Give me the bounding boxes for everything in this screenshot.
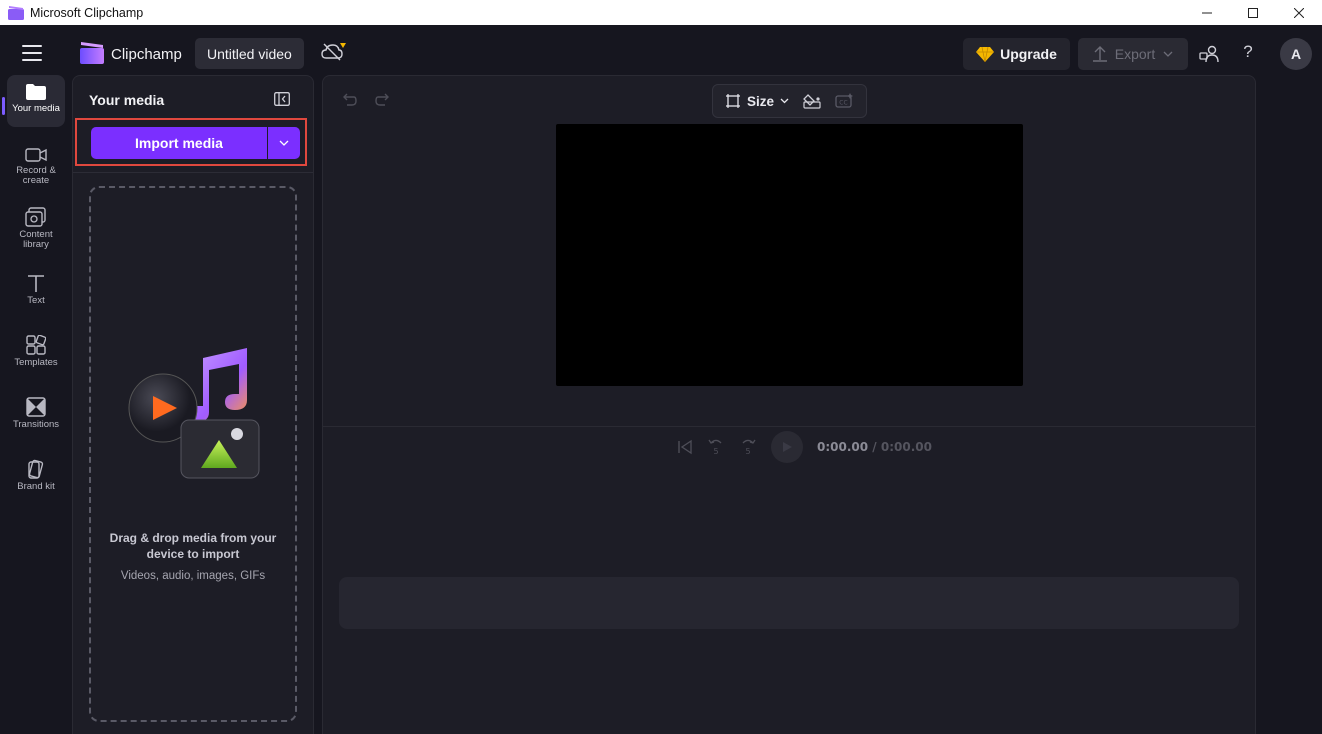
editor-area: Size CC 5 5 0:00.00 / 0:00.00	[322, 75, 1256, 734]
undo-icon[interactable]	[341, 92, 357, 108]
chevron-down-icon	[780, 98, 789, 104]
brand-kit-icon	[28, 459, 44, 479]
import-media-highlight: Import media	[75, 118, 307, 166]
video-title-field[interactable]: Untitled video	[195, 38, 304, 69]
import-options-dropdown[interactable]	[268, 127, 300, 159]
background-fill-icon[interactable]	[803, 93, 821, 109]
rewind-5-seconds-icon[interactable]: 5	[707, 438, 725, 456]
forward-seconds-label: 5	[745, 447, 750, 456]
total-time: 0:00.00	[880, 440, 932, 454]
window-title: Microsoft Clipchamp	[30, 5, 144, 20]
aspect-ratio-icon	[726, 94, 740, 108]
share-people-icon[interactable]	[1199, 44, 1219, 64]
media-illustration	[127, 338, 263, 484]
nav-label: Brand kit	[17, 481, 55, 492]
nav-text[interactable]: Text	[7, 273, 65, 306]
svg-text:CC: CC	[839, 100, 847, 107]
nav-templates[interactable]: Templates	[7, 335, 65, 368]
video-preview-canvas[interactable]	[556, 124, 1023, 386]
folder-icon	[26, 84, 46, 100]
nav-record-create[interactable]: Record & create	[7, 147, 65, 186]
cloud-sync-off-icon[interactable]	[321, 42, 347, 62]
clipchamp-app-icon	[8, 5, 24, 20]
size-dropdown[interactable]: Size	[725, 93, 789, 109]
upgrade-label: Upgrade	[1000, 46, 1057, 62]
redo-icon[interactable]	[375, 92, 391, 108]
clipchamp-logo-icon	[80, 42, 104, 64]
content-library-icon	[25, 207, 46, 227]
minimize-button[interactable]	[1184, 0, 1230, 25]
playback-time: 0:00.00 / 0:00.00	[817, 440, 932, 454]
preview-toolbar: Size CC	[712, 84, 867, 118]
nav-label: Content library	[19, 229, 53, 250]
nav-content-library[interactable]: Content library	[7, 207, 65, 250]
drop-zone-title: Drag & drop media from your device to im…	[109, 531, 277, 561]
nav-transitions[interactable]: Transitions	[7, 397, 65, 430]
chevron-down-icon	[279, 140, 289, 146]
active-indicator	[2, 97, 5, 115]
nav-label: Text	[27, 295, 45, 306]
current-time: 0:00.00	[817, 440, 869, 454]
help-icon[interactable]: ?	[1240, 42, 1256, 64]
templates-icon	[26, 335, 46, 355]
maximize-button[interactable]	[1230, 0, 1276, 25]
left-nav-rail: Your media Record & create Content libra…	[0, 75, 72, 734]
video-camera-icon	[25, 148, 47, 162]
import-media-button[interactable]: Import media	[91, 127, 267, 159]
your-media-panel: Your media Import media Drag & drop medi…	[72, 75, 314, 734]
transitions-icon	[26, 397, 46, 417]
chevron-down-icon	[1163, 51, 1173, 57]
nav-your-media[interactable]: Your media	[7, 75, 65, 127]
drop-zone-subtitle: Videos, audio, images, GIFs	[120, 570, 266, 582]
forward-5-seconds-icon[interactable]: 5	[739, 438, 757, 456]
timeline-track[interactable]	[339, 577, 1239, 629]
preview-divider	[323, 426, 1255, 427]
text-icon	[28, 275, 44, 292]
size-label: Size	[747, 93, 775, 109]
menu-icon[interactable]	[22, 45, 42, 61]
panel-title: Your media	[89, 92, 165, 108]
play-button[interactable]	[771, 431, 803, 463]
panel-divider	[73, 172, 313, 173]
nav-label: Your media	[12, 103, 60, 114]
nav-label: Record & create	[16, 165, 56, 186]
export-button[interactable]: Export	[1078, 38, 1188, 70]
app-header: Clipchamp Untitled video Upgrade Export …	[0, 25, 1322, 81]
playback-controls: 5 5 0:00.00 / 0:00.00	[677, 431, 932, 463]
export-label: Export	[1114, 46, 1156, 62]
brand-name: Clipchamp	[111, 46, 182, 63]
close-button[interactable]	[1276, 0, 1322, 25]
upgrade-button[interactable]: Upgrade	[963, 38, 1070, 70]
media-drop-zone[interactable]: Drag & drop media from your device to im…	[89, 186, 297, 722]
nav-label: Templates	[14, 357, 58, 368]
collapse-panel-icon[interactable]	[274, 92, 290, 106]
avatar[interactable]: A	[1280, 38, 1312, 70]
rewind-seconds-label: 5	[713, 447, 718, 456]
captions-ai-icon[interactable]: CC	[835, 93, 854, 109]
nav-label: Transitions	[12, 419, 60, 430]
window-title-bar: Microsoft Clipchamp	[0, 0, 1322, 25]
nav-brand-kit[interactable]: Brand kit	[7, 459, 65, 492]
play-icon	[783, 442, 792, 452]
diamond-icon	[976, 46, 995, 62]
upload-icon	[1092, 46, 1107, 62]
time-separator: /	[868, 440, 881, 454]
skip-to-start-icon[interactable]	[677, 439, 693, 455]
